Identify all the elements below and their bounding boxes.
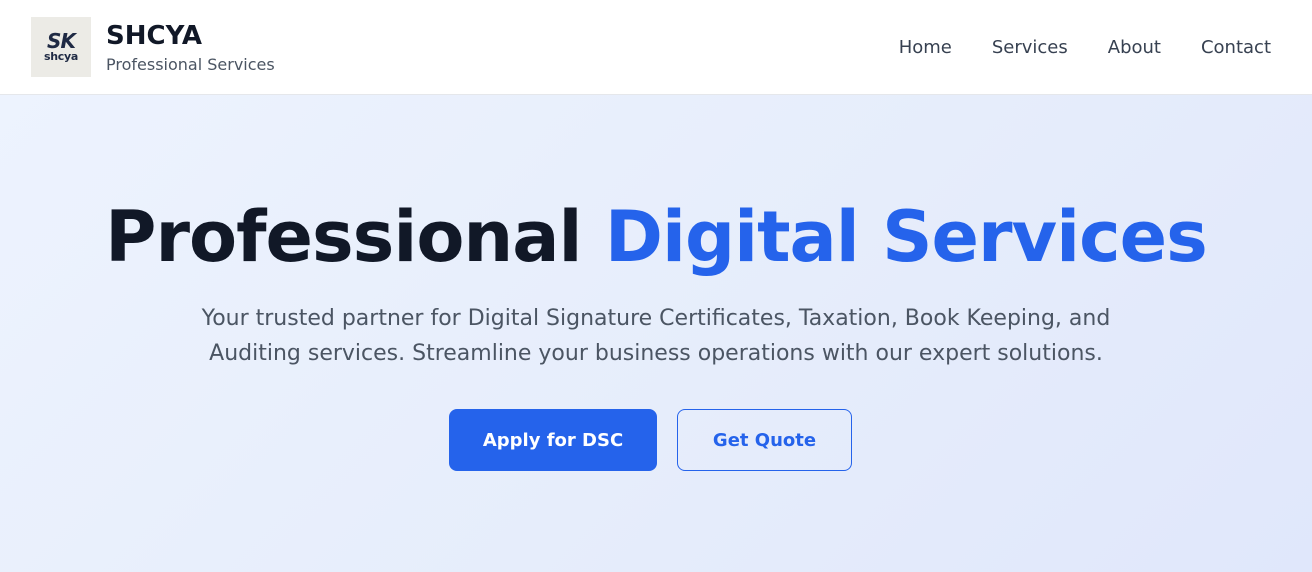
nav-link-services[interactable]: Services bbox=[992, 37, 1068, 58]
hero-title: Professional Digital Services bbox=[0, 195, 1312, 279]
hero-title-accent: Digital Services bbox=[604, 196, 1208, 278]
brand-tagline: Professional Services bbox=[106, 54, 275, 74]
logo-mark: SK bbox=[47, 28, 76, 53]
nav-link-about[interactable]: About bbox=[1108, 37, 1161, 58]
logo-word: shcya bbox=[44, 49, 78, 63]
hero-section: Professional Digital Services Your trust… bbox=[0, 95, 1312, 572]
nav-link-home[interactable]: Home bbox=[899, 37, 952, 58]
apply-for-dsc-button[interactable]: Apply for DSC bbox=[449, 409, 657, 471]
main-nav: Home Services About Contact bbox=[899, 37, 1281, 58]
brand-name[interactable]: SHCYA bbox=[106, 19, 275, 53]
brand: SHCYA Professional Services bbox=[106, 19, 275, 76]
hero-title-main: Professional bbox=[105, 196, 582, 278]
get-quote-button[interactable]: Get Quote bbox=[677, 409, 852, 471]
nav-link-contact[interactable]: Contact bbox=[1201, 37, 1271, 58]
site-header: SK shcya SHCYA Professional Services Hom… bbox=[0, 0, 1312, 95]
hero-subtitle: Your trusted partner for Digital Signatu… bbox=[201, 306, 1111, 366]
logo[interactable]: SK shcya bbox=[31, 17, 91, 77]
